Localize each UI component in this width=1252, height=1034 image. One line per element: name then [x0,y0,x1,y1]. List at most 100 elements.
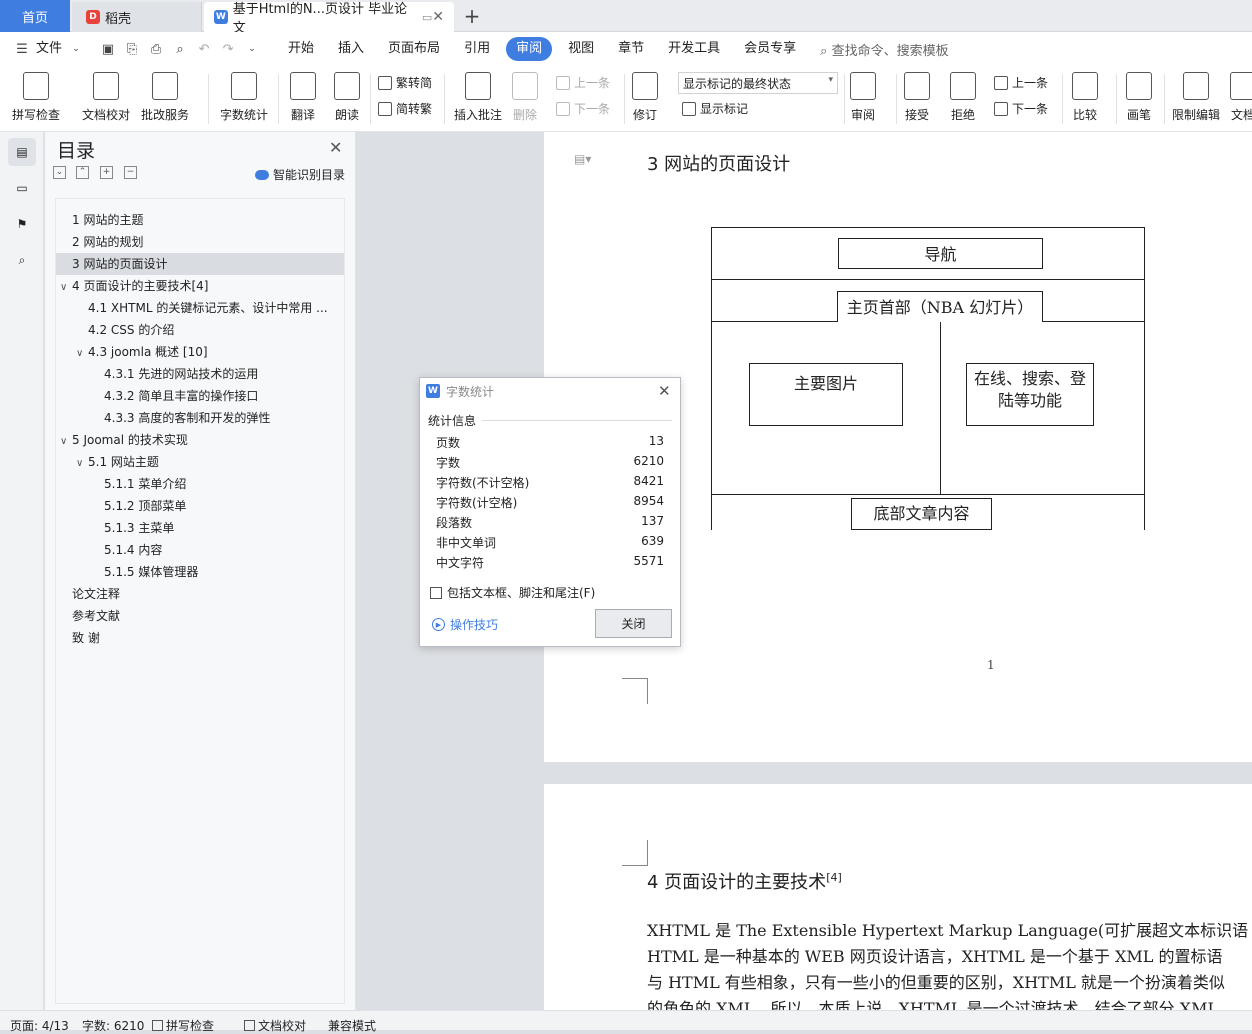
toc-item[interactable]: ∨ 5 Joomal 的技术实现 [56,429,344,451]
toc-item[interactable]: 5.1.2 顶部菜单 [56,495,344,517]
menu-reference[interactable]: 引用 [452,37,502,61]
toc-item[interactable]: 论文注释 [56,583,344,605]
chevron-down-icon[interactable]: ∨ [76,453,88,473]
spell-check-status[interactable]: 拼写检查 [152,1017,214,1034]
dialog-titlebar[interactable]: W 字数统计 [420,378,680,404]
remove-heading-icon[interactable]: − [124,166,137,179]
chevron-down-icon[interactable]: ∨ [60,431,72,451]
find-icon[interactable]: ⌕ [8,246,36,274]
document-menu-icon[interactable]: ▤▾ [574,152,591,166]
toc-item[interactable]: 1 网站的主题 [56,209,344,231]
add-heading-icon[interactable]: + [100,166,113,179]
print-icon[interactable]: ⎙ [146,39,166,59]
save-icon[interactable]: ▣ [98,39,118,59]
tab-document[interactable]: W 基于Html的N...页设计 毕业论文 ▭ ✕ [204,2,454,36]
correction-service-button[interactable]: 批改服务 [141,68,189,123]
menu-dev-tools[interactable]: 开发工具 [656,37,732,61]
toc-item[interactable]: 5.1.4 内容 [56,539,344,561]
include-textbox-checkbox[interactable]: 包括文本框、脚注和尾注(F) [430,584,595,601]
doc-permission-button[interactable]: 文档 [1230,68,1252,123]
review-pane-button[interactable]: 审阅 [850,68,876,123]
toc-item[interactable]: 5.1.3 主菜单 [56,517,344,539]
new-tab-button[interactable]: + [460,2,484,30]
toc-item[interactable]: 4.2 CSS 的介绍 [56,319,344,341]
prev-change-button[interactable]: 上一条 [994,74,1048,91]
pen-button[interactable]: 画笔 [1126,68,1152,123]
expand-all-icon[interactable]: ⌄ [53,166,66,179]
checkbox-box [430,586,442,599]
close-tab-icon[interactable]: ✕ [432,9,444,25]
delete-comment-button[interactable]: 删除 [512,68,538,123]
tab-daoke[interactable]: D 稻壳 [72,2,202,32]
undo-icon[interactable]: ↶ [194,39,214,59]
menu-insert[interactable]: 插入 [326,37,376,61]
spell-check-button[interactable]: 拼写检查 [12,68,60,123]
reject-button[interactable]: 拒绝 [950,68,976,123]
monitor-icon[interactable]: ▭ [422,11,432,24]
export-icon[interactable]: ⎘ [122,39,142,59]
toc-item[interactable]: 4.1 XHTML 的关键标记元素、设计中常用 ... [56,297,344,319]
menu-layout[interactable]: 页面布局 [376,37,452,61]
collapse-all-icon[interactable]: ⌃ [76,166,89,179]
toc-item[interactable]: 5.1.5 媒体管理器 [56,561,344,583]
menu-member[interactable]: 会员专享 [732,37,808,61]
redo-icon[interactable]: ↷ [218,39,238,59]
tab-home[interactable]: 首页 [0,0,70,32]
hamburger-icon[interactable]: ☰ [12,39,32,59]
translate-button[interactable]: 翻译 [290,68,316,123]
chevron-down-icon[interactable]: ∨ [76,343,88,363]
insert-comment-button[interactable]: 插入批注 [454,68,502,123]
doc-proof-status[interactable]: 文档校对 [244,1017,306,1034]
toc-item-label: 5.1.3 主菜单 [104,521,175,535]
toc-item[interactable]: 参考文献 [56,605,344,627]
chevron-down-icon[interactable]: ∨ [60,277,72,297]
toc-item[interactable]: 5.1.1 菜单介绍 [56,473,344,495]
quick-access-more-icon[interactable]: ⌄ [242,39,262,59]
next-change-button[interactable]: 下一条 [994,100,1048,117]
document-page[interactable]: 4 页面设计的主要技术[4] XHTML 是 The Extensible Hy… [544,784,1252,1024]
track-changes-button[interactable]: 修订 [632,68,658,123]
command-search[interactable]: ⌕ 查找命令、搜索模板 [820,40,948,59]
accept-button[interactable]: 接受 [904,68,930,123]
bookmark-icon[interactable]: ⚑ [8,210,36,238]
toc-item-label: 5.1.2 顶部菜单 [104,499,187,513]
close-toc-icon[interactable]: ✕ [329,138,342,157]
toc-item[interactable]: 4.3.2 简单且丰富的操作接口 [56,385,344,407]
dialog-close-icon[interactable]: ✕ [658,382,671,400]
restrict-edit-button[interactable]: 限制编辑 [1172,68,1220,123]
file-dropdown-icon[interactable]: ⌄ [66,39,86,59]
toc-pane-icon[interactable]: ▤ [8,138,36,166]
toc-item[interactable]: 致 谢 [56,627,344,649]
menu-view[interactable]: 视图 [556,37,606,61]
to-traditional-button[interactable]: 繁转简 [378,74,432,91]
close-button[interactable]: 关闭 [595,609,672,638]
menu-review[interactable]: 审阅 [506,37,553,61]
prev-comment-button[interactable]: 上一条 [556,74,610,91]
toc-item[interactable]: ∨ 4.3 joomla 概述 [10] [56,341,344,363]
compat-mode-status: 兼容模式 [328,1019,377,1033]
to-simplified-button[interactable]: 简转繁 [378,100,432,117]
toc-item[interactable]: ∨ 5.1 网站主题 [56,451,344,473]
doc-proof-button[interactable]: 文档校对 [82,68,130,123]
chapter-nav-icon[interactable]: ▭ [8,174,36,202]
toc-item[interactable]: 2 网站的规划 [56,231,344,253]
word-count-button[interactable]: 字数统计 [220,68,268,123]
print-preview-icon[interactable]: ⌕ [170,39,190,59]
tips-link[interactable]: ▶ 操作技巧 [432,616,498,633]
menu-start[interactable]: 开始 [276,37,326,61]
read-aloud-button[interactable]: 朗读 [334,68,360,123]
compare-button[interactable]: 比较 [1072,68,1098,123]
toc-item[interactable]: 4.3.1 先进的网站技术的运用 [56,363,344,385]
toc-item-label: 4.2 CSS 的介绍 [88,323,175,337]
word-count-indicator[interactable]: 字数: 6210 [82,1017,144,1034]
next-comment-button[interactable]: 下一条 [556,100,610,117]
show-markup-button[interactable]: 显示标记 [682,100,748,117]
menu-chapter[interactable]: 章节 [606,37,656,61]
toc-item[interactable]: 4.3.3 高度的客制和开发的弹性 [56,407,344,429]
smart-toc-button[interactable]: 智能识别目录 [255,166,345,183]
toc-item[interactable]: 3 网站的页面设计 [56,253,344,275]
toc-item[interactable]: ∨ 4 页面设计的主要技术[4] [56,275,344,297]
diagram-divider-line [940,321,941,494]
page-indicator[interactable]: 页面: 4/13 [10,1017,69,1034]
markup-state-select[interactable]: 显示标记的最终状态 ▾ [678,72,838,94]
